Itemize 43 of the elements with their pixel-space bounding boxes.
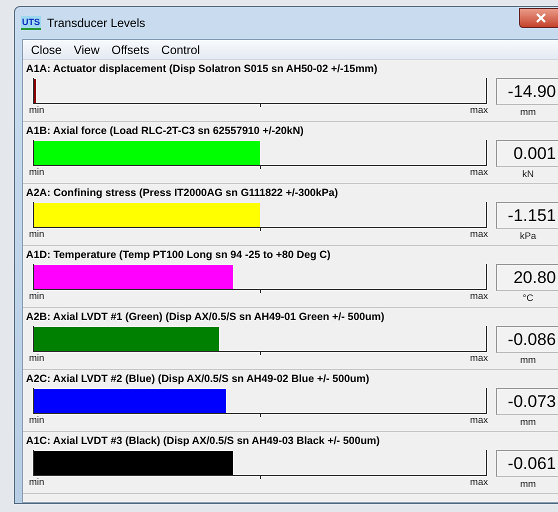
- menu-item[interactable]: Control: [155, 40, 206, 58]
- scale-label: max: [470, 477, 488, 488]
- channel-label: A1A: Actuator displacement (Disp Solatron S015 sn AH50-02 +/-15mm): [26, 63, 378, 76]
- reading-display: -0.073: [496, 388, 558, 415]
- scale-label: min: [29, 229, 44, 240]
- scale-label: max: [470, 167, 488, 178]
- unit-label: mm: [520, 417, 536, 428]
- scale-label: min: [29, 353, 44, 364]
- scale-label: max: [470, 353, 488, 364]
- channel-label: A2B: Axial LVDT #1 (Green) (Disp AX/0.5/S sn AH49-01 Green +/- 500um): [26, 311, 386, 324]
- reading-display: 0.001: [496, 140, 558, 167]
- close-icon: [536, 13, 546, 23]
- scale-label: max: [470, 105, 488, 116]
- unit-label: kN: [522, 169, 534, 180]
- unit-label: mm: [520, 107, 536, 118]
- reading-display: 20.80: [496, 264, 558, 291]
- channel-label: A2C: Axial LVDT #2 (Blue) (Disp AX/0.5/S sn AH49-02 Blue +/- 500um): [26, 373, 370, 386]
- reading-display: -0.086: [496, 326, 558, 353]
- unit-label: mm: [520, 355, 536, 366]
- close-button[interactable]: [519, 8, 558, 28]
- scale-label: min: [29, 105, 44, 116]
- reading-display: -0.061: [496, 450, 558, 477]
- scale-label: max: [470, 291, 488, 302]
- menu-item[interactable]: Close: [25, 40, 68, 58]
- scale-label: min: [29, 477, 44, 488]
- channel-label: A1D: Temperature (Temp PT100 Long sn 94 -25 to +80 Deg C): [26, 249, 332, 262]
- channel-label: A1C: Axial LVDT #3 (Black) (Disp AX/0.5/S sn AH49-03 Black +/- 500um): [26, 435, 381, 448]
- reading-display: -1.151: [496, 202, 558, 229]
- unit-label: mm: [520, 479, 536, 490]
- reading-display: -14.90: [496, 78, 558, 105]
- scale-label: max: [470, 415, 488, 426]
- channel-label: A2A: Confining stress (Press IT2000AG sn G111822 +/-300kPa): [26, 187, 339, 200]
- app-logo: UTS: [21, 16, 41, 30]
- scale-label: min: [29, 415, 44, 426]
- menu-item[interactable]: View: [68, 40, 106, 58]
- menu-item[interactable]: Offsets: [105, 40, 156, 58]
- scale-label: min: [29, 291, 44, 302]
- window-title: Transducer Levels: [47, 15, 146, 32]
- scale-label: max: [470, 229, 488, 240]
- unit-label: °C: [522, 293, 534, 304]
- scale-label: min: [29, 167, 44, 178]
- unit-label: kPa: [520, 231, 536, 242]
- channel-label: A1B: Axial force (Load RLC-2T-C3 sn 62557910 +/-20kN): [26, 125, 305, 138]
